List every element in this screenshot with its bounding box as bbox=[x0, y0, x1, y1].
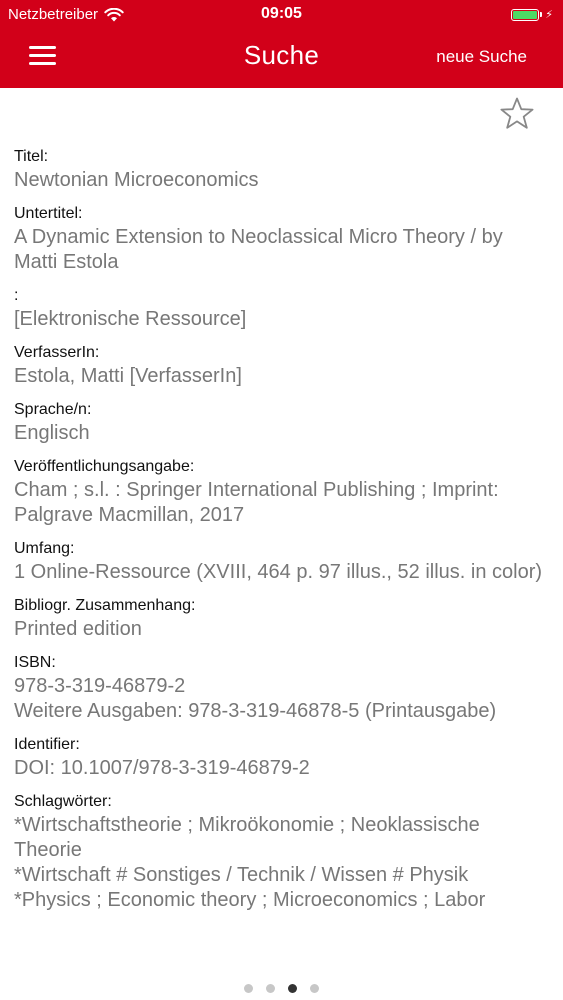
clock: 09:05 bbox=[261, 5, 302, 22]
field-label: Schlagwörter: bbox=[14, 793, 112, 810]
detail-field: : [Elektronische Ressource] bbox=[14, 285, 549, 332]
field-value: 978-3-319-46879-2 bbox=[14, 675, 186, 697]
detail-field: Veröffentlichungsangabe: Cham ; s.l. : Sp… bbox=[14, 456, 549, 528]
field-value: Printed edition bbox=[14, 618, 142, 640]
detail-field: Sprache/n: Englisch bbox=[14, 399, 549, 446]
field-label: Bibliogr. Zusammenhang: bbox=[14, 597, 196, 614]
charging-bolt-icon: ⚡ bbox=[545, 9, 553, 21]
field-value: Newtonian Microeconomics bbox=[14, 169, 259, 191]
detail-field: Schlagwörter: *Wirtschaftstheorie ; Mikro… bbox=[14, 791, 549, 913]
detail-field: Titel: Newtonian Microeconomics bbox=[14, 146, 549, 193]
detail-field: Umfang: 1 Online-Ressource (XVIII, 464 p.… bbox=[14, 538, 549, 585]
detail-field: Identifier: DOI: 10.1007/978-3-319-46879-… bbox=[14, 734, 549, 781]
field-value: *Wirtschaft # Sonstiges / Technik / Wiss… bbox=[14, 864, 469, 886]
battery-tip bbox=[540, 12, 543, 17]
field-label: VerfasserIn: bbox=[14, 344, 100, 361]
detail-field: Bibliogr. Zusammenhang: Printed edition bbox=[14, 595, 549, 642]
battery-icon: ⚡ bbox=[511, 8, 553, 21]
field-label: Veröffentlichungsangabe: bbox=[14, 458, 195, 475]
field-value: Estola, Matti [VerfasserIn] bbox=[14, 365, 242, 387]
new-search-button[interactable]: neue Suche bbox=[436, 47, 527, 67]
page-dot-active[interactable] bbox=[288, 984, 297, 993]
field-value: *Wirtschaftstheorie ; Mikroökonomie ; Ne… bbox=[14, 814, 480, 861]
page-dot[interactable] bbox=[310, 984, 319, 993]
field-value: [Elektronische Ressource] bbox=[14, 308, 247, 330]
field-value: Cham ; s.l. : Springer International Pub… bbox=[14, 479, 499, 526]
nav-bar: Suche neue Suche bbox=[0, 30, 563, 88]
detail-field: ISBN: 978-3-319-46879-2 Weitere Ausgaben: … bbox=[14, 652, 549, 724]
field-label: Untertitel: bbox=[14, 205, 83, 222]
page-indicator[interactable] bbox=[0, 984, 563, 993]
field-label: : bbox=[14, 287, 19, 304]
field-label: ISBN: bbox=[14, 654, 56, 671]
header: Netzbetreiber 09:05 ⚡ Suche neue Suche bbox=[0, 0, 563, 88]
field-label: Sprache/n: bbox=[14, 401, 92, 418]
page-dot[interactable] bbox=[266, 984, 275, 993]
status-bar: Netzbetreiber 09:05 ⚡ bbox=[0, 0, 563, 30]
field-value: *Physics ; Economic theory ; Microeconom… bbox=[14, 889, 486, 911]
record-details: Titel: Newtonian Microeconomics Untertitel… bbox=[14, 146, 549, 923]
star-outline-icon[interactable] bbox=[499, 96, 535, 132]
field-label: Identifier: bbox=[14, 736, 80, 753]
field-value: A Dynamic Extension to Neoclassical Micr… bbox=[14, 226, 503, 273]
detail-field: Untertitel: A Dynamic Extension to Neocla… bbox=[14, 203, 549, 275]
field-label: Umfang: bbox=[14, 540, 75, 557]
screen: Netzbetreiber 09:05 ⚡ Suche neue Suche T… bbox=[0, 0, 563, 1000]
field-value: Englisch bbox=[14, 422, 90, 444]
detail-field: VerfasserIn: Estola, Matti [VerfasserIn] bbox=[14, 342, 549, 389]
field-value: 1 Online-Ressource (XVIII, 464 p. 97 ill… bbox=[14, 561, 543, 583]
page-dot[interactable] bbox=[244, 984, 253, 993]
battery-body bbox=[511, 8, 540, 21]
field-value: Weitere Ausgaben: 978-3-319-46878-5 (Pri… bbox=[14, 700, 497, 722]
field-label: Titel: bbox=[14, 148, 49, 165]
field-value: DOI: 10.1007/978-3-319-46879-2 bbox=[14, 757, 310, 779]
battery-fill bbox=[513, 10, 538, 19]
